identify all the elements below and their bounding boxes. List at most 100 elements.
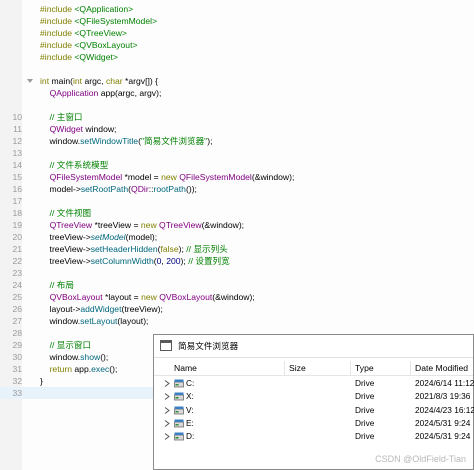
code-token: #include	[40, 52, 75, 62]
code-token: window.	[40, 136, 81, 146]
line-number: 18	[12, 208, 22, 218]
code-token: ();	[109, 364, 118, 374]
code-line[interactable]: 19 QTreeView *treeView = new QTreeView(&…	[0, 219, 474, 231]
fold-arrow-icon[interactable]	[27, 78, 33, 84]
code-text: #include <QTreeView>	[40, 27, 127, 39]
code-line[interactable]: 25 QVBoxLayout *layout = new QVBoxLayout…	[0, 291, 474, 303]
drive-icon	[174, 419, 184, 428]
code-text: // 文件视图	[40, 207, 92, 219]
code-line[interactable]: 15 QFileSystemModel *model = new QFileSy…	[0, 171, 474, 183]
code-line[interactable]: #include <QVBoxLayout>	[0, 39, 474, 51]
code-token: // 显示窗口	[49, 340, 92, 350]
code-line[interactable]: 10 // 主窗口	[0, 111, 474, 123]
code-line[interactable]: 22 treeView->setColumnWidth(0, 200); // …	[0, 255, 474, 267]
code-line[interactable]: 27 window.setLayout(layout);	[0, 315, 474, 327]
line-number: 23	[12, 268, 22, 278]
code-line[interactable]: 16 model->setRootPath(QDir::rootPath());	[0, 183, 474, 195]
code-token: *argv[]) {	[125, 76, 159, 86]
code-token: app.	[74, 364, 92, 374]
code-line[interactable]: 11 QWidget window;	[0, 123, 474, 135]
code-token: argc,	[84, 76, 106, 86]
code-line[interactable]: 17	[0, 195, 474, 207]
line-number: 15	[12, 172, 22, 182]
code-line[interactable]: 24 // 布局	[0, 279, 474, 291]
line-number: 24	[12, 280, 22, 290]
column-header-date[interactable]: Date Modified	[415, 363, 468, 373]
expand-chevron-icon[interactable]	[164, 380, 170, 387]
code-line[interactable]: 18 // 文件视图	[0, 207, 474, 219]
tree-row[interactable]: E: Drive 2024/5/31 9:24	[154, 417, 473, 430]
window-title: 简易文件浏览器	[178, 341, 239, 351]
line-number: 25	[12, 292, 22, 302]
code-line[interactable]: #include <QWidget>	[0, 51, 474, 63]
code-token: setRootPath	[80, 184, 129, 194]
expand-chevron-icon[interactable]	[164, 393, 170, 401]
column-divider[interactable]	[410, 361, 411, 375]
column-divider[interactable]	[284, 361, 285, 375]
code-text: // 主窗口	[40, 111, 83, 123]
column-header-type[interactable]: Type	[355, 363, 374, 373]
code-token: #include	[40, 40, 75, 50]
code-line[interactable]: 12 window.setWindowTitle("简易文件浏览器");	[0, 135, 474, 147]
line-number: 27	[12, 316, 22, 326]
line-number: 12	[12, 136, 22, 146]
code-line[interactable]: 23	[0, 267, 474, 279]
tree-row[interactable]: V: Drive 2024/4/23 16:12	[154, 404, 474, 417]
expand-chevron-icon[interactable]	[164, 406, 170, 414]
code-line[interactable]: 14 // 文件系统模型	[0, 159, 474, 171]
code-line[interactable]: 20 treeView->setModel(model);	[0, 231, 474, 243]
line-number: 10	[12, 112, 22, 122]
column-divider[interactable]	[350, 361, 351, 375]
code-token: QFileSystemModel	[179, 172, 252, 182]
code-token: layout->	[40, 304, 81, 314]
code-text: // 布局	[40, 279, 74, 291]
code-token: <QWidget>	[74, 52, 118, 62]
code-token: QApplication	[49, 88, 101, 98]
code-line[interactable]: QApplication app(argc, argv);	[0, 87, 474, 99]
expand-chevron-icon[interactable]	[164, 419, 170, 427]
code-token: ());	[185, 184, 197, 194]
code-token: new	[141, 292, 160, 302]
code-line[interactable]: 26 layout->addWidget(treeView);	[0, 303, 474, 315]
code-text: #include <QFileSystemModel>	[40, 15, 157, 27]
tree-row[interactable]: C: Drive 2024/6/14 11:12	[154, 377, 474, 390]
code-token: exec	[91, 364, 110, 374]
cell-date: 2024/4/23 16:12	[415, 404, 474, 415]
code-line[interactable]: #include <QTreeView>	[0, 27, 474, 39]
code-token: (&window);	[251, 172, 295, 182]
code-token: setWindowTitle	[80, 136, 139, 146]
code-token: // 显示列头	[186, 244, 228, 254]
cell-date: 2024/5/31 9:24	[415, 417, 471, 428]
code-token: *layout =	[104, 292, 142, 302]
code-token: setHeaderHidden	[90, 244, 158, 254]
expand-chevron-icon[interactable]	[164, 433, 170, 441]
code-token: int	[40, 76, 52, 86]
tree-row[interactable]: D: Drive 2024/5/31 9:24	[154, 430, 473, 443]
code-token: window.	[40, 352, 81, 362]
file-browser-window[interactable]: 简易文件浏览器 Name Size Type Date Modified C: D…	[153, 334, 474, 470]
column-header-name[interactable]: Name	[174, 363, 197, 373]
code-text: }	[40, 375, 43, 387]
tree-row[interactable]: X: Drive 2021/8/3 19:36	[154, 390, 473, 403]
code-token: setLayout	[80, 316, 118, 326]
code-token: QFileSystemModel	[49, 172, 125, 182]
window-titlebar[interactable]: 简易文件浏览器	[154, 335, 473, 358]
code-token: #include	[40, 28, 75, 38]
code-token: 200	[166, 256, 181, 266]
code-line[interactable]: 13	[0, 147, 474, 159]
code-line[interactable]: 21 treeView->setHeaderHidden(false); // …	[0, 243, 474, 255]
code-line[interactable]	[0, 99, 474, 111]
code-line[interactable]: int main(int argc, char *argv[]) {	[0, 75, 474, 87]
column-header-size[interactable]: Size	[289, 363, 306, 373]
cell-name: E:	[186, 417, 194, 428]
line-number: 11	[13, 124, 22, 134]
code-line[interactable]	[0, 63, 474, 75]
code-line[interactable]: #include <QFileSystemModel>	[0, 15, 474, 27]
line-number: 22	[12, 256, 22, 266]
line-number: 13	[12, 148, 22, 158]
code-token: addWidget	[80, 304, 122, 314]
cell-date: 2024/6/14 11:12	[415, 378, 474, 388]
code-line[interactable]: #include <QApplication>	[0, 3, 474, 15]
